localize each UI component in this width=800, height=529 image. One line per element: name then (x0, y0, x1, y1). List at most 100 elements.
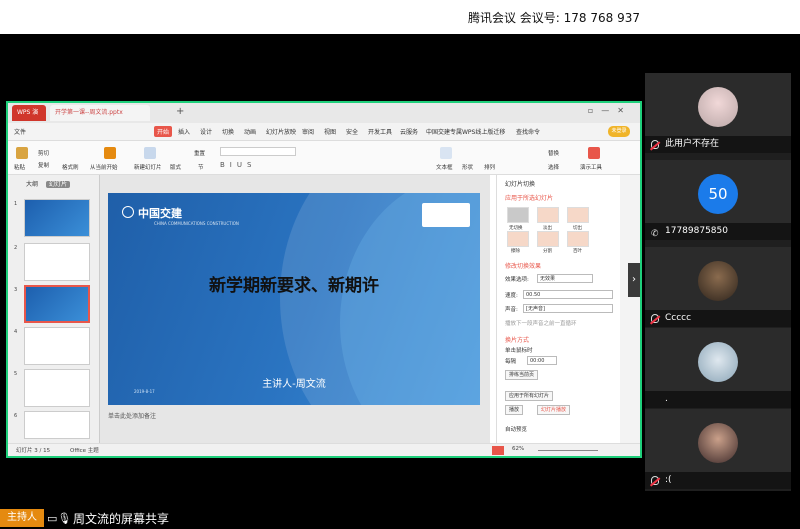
menu-transition[interactable]: 切换 (222, 127, 234, 136)
participant-name: 此用户不存在 (665, 139, 720, 149)
paste-icon[interactable] (16, 147, 28, 159)
slide-thumb-2[interactable] (24, 243, 90, 281)
menu-start[interactable]: 开始 (154, 126, 173, 137)
tab-slides[interactable]: 幻灯片 (45, 181, 70, 188)
logo-subtext: CHINA COMMUNICATIONS CONSTRUCTION (154, 221, 239, 226)
menu-file[interactable]: 文件 (14, 127, 26, 136)
new-slide-icon[interactable] (144, 147, 156, 159)
ribbon-reset[interactable]: 重置 (194, 149, 205, 157)
partner-logo (422, 203, 470, 227)
play-from-current-icon[interactable] (104, 147, 116, 159)
effect-none[interactable] (507, 207, 529, 223)
slide-thumb-4[interactable] (24, 327, 90, 365)
participant-name: :( (665, 475, 672, 485)
zoom-level[interactable]: 62% (512, 446, 524, 452)
menu-design[interactable]: 设计 (200, 127, 212, 136)
on-click-checkbox[interactable]: 单击鼠标时 (505, 346, 533, 354)
current-slide[interactable]: 中国交建 CHINA COMMUNICATIONS CONSTRUCTION 新… (108, 193, 480, 405)
font-name-field[interactable] (220, 147, 296, 156)
tab-pptx-file[interactable]: 开学第一课--周文流.pptx (50, 105, 150, 121)
play-slideshow-icon[interactable] (492, 446, 504, 455)
ribbon-section[interactable]: 节 (198, 163, 204, 171)
loop-checkbox[interactable]: 播放下一段声音之前一直循环 (505, 319, 577, 327)
menu-cloud[interactable]: 云服务 (400, 127, 418, 136)
participant-name-bar: :( (645, 472, 791, 489)
every-time-field[interactable]: 00:00 (527, 356, 557, 365)
menu-developer[interactable]: 开发工具 (368, 127, 392, 136)
rehearse-button[interactable]: 排练当前页 (505, 370, 539, 380)
menu-insert[interactable]: 插入 (178, 127, 190, 136)
expand-panel-arrow[interactable]: › (628, 263, 640, 297)
menu-animation[interactable]: 动画 (244, 127, 256, 136)
effect-wipe[interactable] (507, 231, 529, 247)
new-tab-button[interactable]: + (176, 106, 184, 117)
slide-thumb-5[interactable] (24, 369, 90, 407)
task-pane-icons[interactable] (620, 175, 640, 443)
ribbon-select[interactable]: 选择 (548, 163, 559, 171)
apply-all-button[interactable]: 应用于所有幻灯片 (505, 391, 554, 401)
participant-name: . (665, 394, 668, 404)
every-checkbox[interactable]: 每隔 (505, 357, 516, 365)
participant-tile[interactable]: 此用户不存在 (645, 73, 791, 153)
thumb-number: 1 (14, 201, 18, 207)
preview-play-button[interactable]: 播放 (505, 405, 524, 415)
participant-tile[interactable]: 50 ✆ 17789875850 (645, 160, 791, 240)
thumb-number: 3 (14, 287, 18, 293)
sound-label: 声音: (505, 307, 518, 313)
speed-field[interactable]: 00.50 (523, 290, 613, 299)
effect-fade[interactable] (537, 207, 559, 223)
effect-option-select[interactable]: 无效果 (537, 274, 593, 283)
slideshow-button[interactable]: 幻灯片播放 (537, 405, 571, 415)
window-controls[interactable]: ▫—✕ (588, 106, 632, 115)
menu-slideshow[interactable]: 幻灯片放映 (266, 127, 296, 136)
notes-bar[interactable]: 单击此处添加备注 (108, 411, 480, 421)
ribbon-textbox[interactable]: 文本框 (436, 163, 453, 171)
ribbon-presenter-tools[interactable]: 演示工具 (580, 163, 602, 171)
ribbon-copy[interactable]: 复制 (38, 161, 49, 169)
slide-thumb-6[interactable] (24, 411, 90, 439)
participant-tile[interactable]: . (645, 328, 791, 408)
apply-selected-link[interactable]: 应用于所选幻灯片 (505, 193, 553, 202)
effect-blinds[interactable] (567, 231, 589, 247)
ribbon-shape[interactable]: 形状 (462, 163, 473, 171)
slide-thumb-1[interactable] (24, 199, 90, 237)
textbox-icon[interactable] (440, 147, 452, 159)
zoom-slider[interactable] (538, 450, 598, 451)
slide-title: 新学期新要求、新期许 (209, 276, 379, 296)
mic-muted-icon (651, 476, 659, 485)
tab-wps-app[interactable]: WPS 演示 (12, 105, 46, 132)
meeting-id-label[interactable]: 腾讯会议 会议号: 178 768 937 (468, 9, 640, 26)
participant-tile[interactable]: Ccccc (645, 247, 791, 327)
left-panel-tabs: 大纲 幻灯片 (26, 179, 70, 188)
font-style-buttons[interactable]: BIUS (220, 161, 256, 169)
modify-effect-link[interactable]: 修改切换效果 (505, 261, 541, 270)
transition-pane: 幻灯片切换 应用于所选幻灯片 无切换 淡出 切出 擦除 分割 百叶 修改切换效果… (496, 175, 616, 443)
ribbon-cut[interactable]: 剪切 (38, 149, 49, 157)
ribbon-format-painter[interactable]: 格式刷 (62, 163, 79, 171)
autopreview-checkbox[interactable]: 自动预览 (505, 425, 527, 433)
bottom-bar: 主持人 ▭🎙 周文流的屏幕共享 (0, 505, 800, 529)
slide-thumb-3[interactable] (24, 285, 90, 323)
ribbon-paste[interactable]: 粘贴 (14, 163, 25, 171)
wps-menu-bar: 文件 开始 插入 设计 切换 动画 幻灯片放映 审阅 视图 安全 开发工具 云服… (8, 123, 640, 141)
search-command[interactable]: 查找命令 (516, 127, 540, 136)
shared-screen: WPS 演示 开学第一课--周文流.pptx + ▫—✕ 文件 开始 插入 设计… (6, 101, 642, 458)
ribbon-play-current[interactable]: 从当前开始 (90, 163, 118, 171)
effect-label: 百叶 (573, 249, 582, 254)
menu-migration[interactable]: 中国交建专属WPS线上版迁移 (426, 127, 505, 136)
ribbon-replace[interactable]: 替换 (548, 149, 559, 157)
menu-security[interactable]: 安全 (346, 127, 358, 136)
advance-title: 换片方式 (505, 337, 530, 344)
ribbon-new-slide[interactable]: 新建幻灯片 (134, 163, 162, 171)
presenter-tools-icon[interactable] (588, 147, 600, 159)
sound-select[interactable]: [无声音] (523, 304, 613, 313)
effect-cut[interactable] (567, 207, 589, 223)
menu-view[interactable]: 视图 (324, 127, 336, 136)
ribbon-layout[interactable]: 版式 (170, 163, 181, 171)
ribbon-arrange[interactable]: 排列 (484, 163, 495, 171)
tab-outline[interactable]: 大纲 (26, 181, 38, 188)
menu-review[interactable]: 审阅 (302, 127, 314, 136)
participant-tile[interactable]: :( (645, 409, 791, 489)
effect-split[interactable] (537, 231, 559, 247)
login-button[interactable]: 未登录 (608, 126, 630, 137)
